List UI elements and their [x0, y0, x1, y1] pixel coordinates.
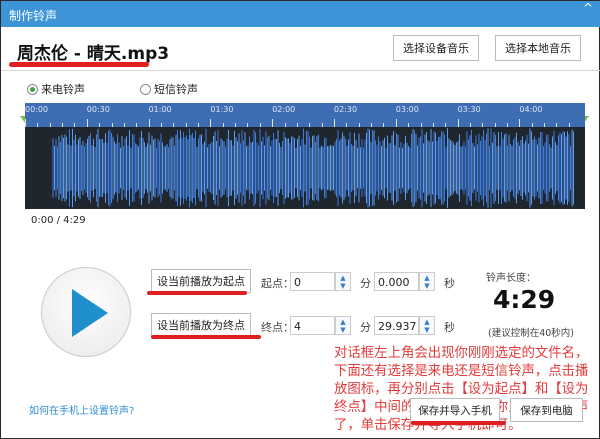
playback-time: 0:00 / 4:29 [31, 215, 86, 226]
end-minutes-input[interactable]: 4 [290, 316, 335, 335]
radio-selected-icon [27, 83, 38, 95]
start-seconds-input[interactable]: 0.000 [374, 272, 419, 291]
length-label: 铃声长度： [486, 273, 536, 284]
timeline-tick [86, 119, 88, 127]
file-name: 周杰伦 - 晴天.mp3 [17, 44, 170, 64]
set-end-button[interactable]: 设当前播放为终点 [151, 313, 251, 337]
timeline-tick [210, 119, 212, 127]
timeline-tick-label: 04:00 [519, 105, 543, 114]
timeline-tick-label: 00:30 [86, 105, 110, 114]
timeline-tick-label: 01:00 [148, 105, 172, 114]
select-device-music-button[interactable]: 选择设备音乐 [393, 35, 479, 61]
radio-sms-ringtone[interactable]: 短信铃声 [140, 81, 198, 97]
red-underline [147, 291, 247, 295]
play-icon [72, 289, 108, 337]
select-local-music-button[interactable]: 选择本地音乐 [495, 35, 581, 61]
timeline-tick [457, 119, 459, 127]
end-minutes-spinner[interactable]: ▲ ▼ [335, 316, 351, 335]
length-hint: (建议控制在40秒内) [488, 328, 575, 339]
timeline-tick [25, 119, 26, 127]
radio-icon [140, 83, 151, 95]
timeline-ruler[interactable]: 00:00 00:30 01:00 01:30 02:00 02:30 03:00 03:30… [25, 103, 585, 127]
sec-unit: 秒 [444, 321, 455, 334]
timeline-tick [519, 119, 521, 127]
end-seconds-input[interactable]: 29.937 [374, 316, 419, 335]
sec-unit: 秒 [444, 277, 455, 290]
timeline-tick [334, 119, 335, 127]
waveform [52, 128, 574, 208]
red-underline [9, 62, 149, 67]
set-start-button[interactable]: 设当前播放为起点 [151, 269, 251, 293]
min-unit: 分 [360, 321, 371, 334]
min-unit: 分 [360, 277, 371, 290]
timeline-tick [395, 119, 397, 127]
waveform-panel[interactable]: 00:00 00:30 01:00 01:30 02:00 02:30 03:00 03:30… [25, 103, 585, 209]
radio-label: 来电铃声 [41, 83, 85, 96]
timeline-tick-label: 01:30 [210, 105, 234, 114]
radio-label: 短信铃声 [154, 83, 198, 96]
help-link[interactable]: 如何在手机上设置铃声? [29, 402, 134, 417]
start-minutes-spinner[interactable]: ▲ ▼ [335, 272, 351, 291]
start-seconds-spinner[interactable]: ▲ ▼ [419, 272, 435, 291]
timeline-tick-label: 00:00 [25, 105, 49, 114]
play-button[interactable] [41, 267, 131, 357]
save-import-phone-button[interactable]: 保存并导入手机 [410, 398, 500, 422]
end-seconds-spinner[interactable]: ▲ ▼ [419, 316, 435, 335]
timeline-tick-label: 02:00 [272, 105, 296, 114]
radio-call-ringtone[interactable]: 来电铃声 [27, 81, 85, 97]
timeline-tick [148, 119, 150, 127]
title-bar: 制作铃声 [1, 1, 600, 27]
ringtone-length: 4:29 [493, 285, 556, 314]
red-underline [411, 421, 506, 425]
save-to-pc-button[interactable]: 保存到电脑 [510, 398, 583, 422]
timeline-tick [272, 119, 274, 127]
start-minutes-input[interactable]: 0 [290, 272, 335, 291]
timeline-tick-label: 03:30 [457, 105, 481, 114]
timeline-tick-label: 02:30 [334, 105, 358, 114]
close-icon[interactable]: ^ [583, 1, 593, 15]
window-title: 制作铃声 [9, 9, 58, 23]
red-underline [151, 335, 261, 339]
divider [1, 70, 600, 71]
timeline-tick-label: 03:00 [395, 105, 419, 114]
